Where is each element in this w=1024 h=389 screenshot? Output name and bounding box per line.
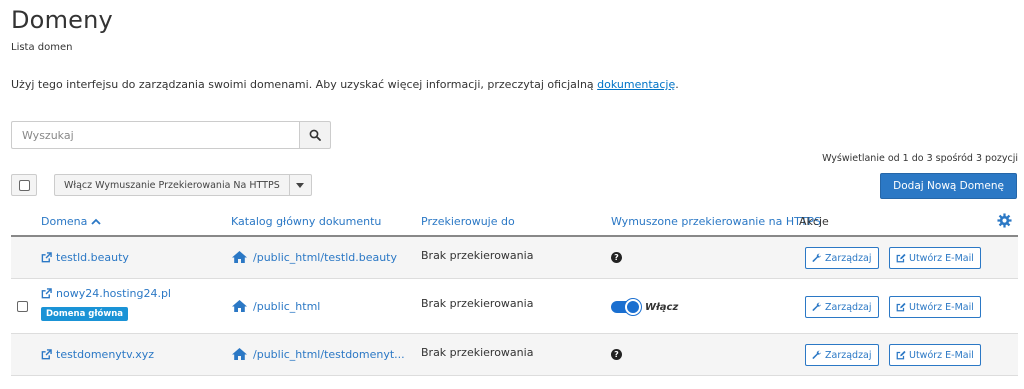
wrench-icon bbox=[812, 253, 821, 262]
column-domain-label: Domena bbox=[41, 215, 88, 228]
docroot-link[interactable]: /public_html/testdomenyt... bbox=[231, 347, 405, 361]
docroot-path: /public_html/testld.beauty bbox=[253, 250, 398, 264]
https-status: ? bbox=[611, 252, 622, 263]
docroot-link[interactable]: /public_html/testld.beauty bbox=[231, 250, 397, 264]
manage-label: Zarządzaj bbox=[825, 252, 872, 264]
redirect-value: Brak przekierowania bbox=[421, 346, 534, 359]
column-redirect[interactable]: Przekierowuje do bbox=[421, 215, 515, 228]
manage-button[interactable]: Zarządzaj bbox=[805, 344, 879, 366]
create-email-button[interactable]: Utwórz E-Mail bbox=[889, 247, 981, 269]
edit-icon bbox=[896, 253, 906, 263]
create-email-button[interactable]: Utwórz E-Mail bbox=[889, 296, 981, 318]
external-link-icon bbox=[41, 252, 52, 263]
search-bar bbox=[11, 121, 331, 149]
manage-button[interactable]: Zarządzaj bbox=[805, 296, 879, 318]
bulk-action-button[interactable]: Włącz Wymuszanie Przekierowania Na HTTPS bbox=[54, 174, 290, 196]
table-row: testdomenytv.xyz /public_html/testdomeny… bbox=[11, 334, 1018, 376]
manage-button[interactable]: Zarządzaj bbox=[805, 247, 879, 269]
question-icon: ? bbox=[611, 252, 622, 263]
row-checkbox[interactable] bbox=[17, 301, 28, 315]
table-header: Domena Katalog główny dokumentu Przekier… bbox=[11, 205, 1018, 237]
redirect-value: Brak przekierowania bbox=[421, 249, 534, 262]
table-settings[interactable] bbox=[997, 213, 1012, 231]
column-domain[interactable]: Domena bbox=[41, 215, 102, 228]
toggle-switch bbox=[611, 299, 641, 315]
table-row: testld.beauty /public_html/testld.beauty… bbox=[11, 237, 1018, 279]
manage-label: Zarządzaj bbox=[825, 301, 872, 313]
docroot-path: /public_html/testdomenyt... bbox=[253, 347, 405, 361]
create-email-label: Utwórz E-Mail bbox=[909, 301, 974, 313]
column-actions: Akcje bbox=[799, 215, 829, 228]
domain-link[interactable]: testdomenytv.xyz bbox=[41, 348, 154, 361]
intro-text-end: . bbox=[675, 78, 679, 91]
domain-name: nowy24.hosting24.pl bbox=[56, 287, 171, 300]
search-input[interactable] bbox=[11, 121, 299, 149]
docroot-path: /public_html bbox=[253, 299, 321, 313]
toggle-knob bbox=[625, 299, 641, 315]
page-subtitle: Lista domen bbox=[11, 42, 73, 53]
domain-link[interactable]: testld.beauty bbox=[41, 251, 129, 264]
toggle-label: Włącz bbox=[645, 301, 679, 313]
intro-text: Użyj tego interfejsu do zarządzania swoi… bbox=[11, 78, 679, 91]
documentation-link[interactable]: dokumentację bbox=[597, 78, 675, 91]
bulk-action-dropdown: Włącz Wymuszanie Przekierowania Na HTTPS bbox=[54, 174, 312, 196]
page-title: Domeny bbox=[11, 6, 113, 34]
redirect-value: Brak przekierowania bbox=[421, 297, 534, 310]
edit-icon bbox=[896, 302, 906, 312]
edit-icon bbox=[896, 350, 906, 360]
table-row: nowy24.hosting24.pl Domena główna /publi… bbox=[11, 279, 1018, 334]
home-icon bbox=[232, 300, 247, 312]
add-domain-button[interactable]: Dodaj Nową Domenę bbox=[880, 173, 1017, 199]
gear-icon bbox=[997, 213, 1012, 228]
home-icon bbox=[232, 348, 247, 360]
column-docroot[interactable]: Katalog główny dokumentu bbox=[231, 215, 381, 228]
bulk-action-caret[interactable] bbox=[289, 174, 312, 196]
checkbox-box bbox=[17, 301, 28, 312]
https-status: ? bbox=[611, 349, 622, 360]
wrench-icon bbox=[812, 302, 821, 311]
domain-name: testld.beauty bbox=[56, 251, 129, 264]
primary-domain-badge: Domena główna bbox=[41, 307, 128, 321]
wrench-icon bbox=[812, 350, 821, 359]
create-email-button[interactable]: Utwórz E-Mail bbox=[889, 344, 981, 366]
external-link-icon bbox=[41, 349, 52, 360]
external-link-icon bbox=[41, 288, 52, 299]
domains-table: Domena Katalog główny dokumentu Przekier… bbox=[11, 205, 1018, 376]
intro-text-body: Użyj tego interfejsu do zarządzania swoi… bbox=[11, 78, 598, 91]
https-toggle[interactable]: Włącz bbox=[611, 299, 679, 315]
pagination-info: Wyświetlanie od 1 do 3 spośród 3 pozycji bbox=[822, 153, 1018, 164]
column-https[interactable]: Wymuszone przekierowanie na HTTPS bbox=[611, 215, 821, 228]
domain-name: testdomenytv.xyz bbox=[56, 348, 155, 361]
search-icon bbox=[309, 129, 321, 141]
docroot-link[interactable]: /public_html bbox=[231, 299, 320, 313]
domain-link[interactable]: nowy24.hosting24.pl bbox=[41, 287, 171, 300]
sort-ascending-icon bbox=[91, 218, 102, 225]
search-button[interactable] bbox=[299, 121, 331, 149]
checkbox-box bbox=[18, 179, 30, 191]
question-icon: ? bbox=[611, 349, 622, 360]
home-icon bbox=[232, 251, 247, 263]
caret-down-icon bbox=[296, 182, 305, 188]
create-email-label: Utwórz E-Mail bbox=[909, 349, 974, 361]
create-email-label: Utwórz E-Mail bbox=[909, 252, 974, 264]
select-all-checkbox[interactable] bbox=[11, 174, 37, 196]
manage-label: Zarządzaj bbox=[825, 349, 872, 361]
